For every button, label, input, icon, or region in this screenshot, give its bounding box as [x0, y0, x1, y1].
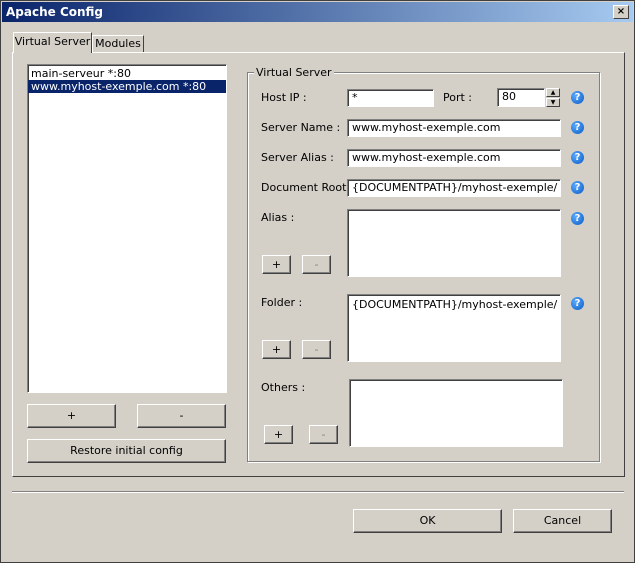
others-textarea[interactable]	[349, 379, 563, 447]
help-icon[interactable]: ?	[571, 151, 584, 164]
folder-add-button[interactable]: +	[262, 340, 291, 359]
cancel-button[interactable]: Cancel	[513, 509, 612, 533]
port-input[interactable]: 80	[497, 88, 545, 107]
others-label: Others :	[261, 381, 306, 394]
host-ip-label: Host IP :	[261, 91, 307, 104]
restore-config-button[interactable]: Restore initial config	[27, 439, 226, 463]
port-label: Port :	[443, 91, 473, 104]
title-bar[interactable]: Apache Config ×	[2, 2, 633, 22]
alias-label: Alias :	[261, 211, 295, 224]
tab-virtual-server[interactable]: Virtual Server	[13, 32, 92, 53]
server-name-label: Server Name :	[261, 121, 341, 134]
tab-modules[interactable]: Modules	[92, 35, 144, 53]
help-icon[interactable]: ?	[571, 181, 584, 194]
footer-separator	[12, 491, 624, 493]
alias-textarea[interactable]	[347, 209, 561, 277]
folder-textarea[interactable]: {DOCUMENTPATH}/myhost-exemple/	[347, 294, 561, 362]
host-ip-input[interactable]: *	[347, 89, 434, 107]
alias-remove-button[interactable]: -	[302, 255, 331, 274]
server-alias-input[interactable]: www.myhost-exemple.com	[347, 149, 561, 167]
others-remove-button[interactable]: -	[309, 425, 338, 444]
server-alias-label: Server Alias :	[261, 151, 334, 164]
alias-add-button[interactable]: +	[262, 255, 291, 274]
remove-server-button[interactable]: -	[137, 404, 226, 428]
port-down-button[interactable]: ▼	[546, 98, 560, 107]
document-root-label: Document Root :	[261, 181, 354, 194]
ok-button[interactable]: OK	[353, 509, 502, 533]
server-name-input[interactable]: www.myhost-exemple.com	[347, 119, 561, 137]
help-icon[interactable]: ?	[571, 297, 584, 310]
document-root-input[interactable]: {DOCUMENTPATH}/myhost-exemple/	[347, 179, 561, 197]
folder-label: Folder :	[261, 296, 303, 309]
group-title: Virtual Server	[254, 66, 334, 79]
others-add-button[interactable]: +	[264, 425, 293, 444]
add-server-button[interactable]: +	[27, 404, 116, 428]
help-icon[interactable]: ?	[571, 212, 584, 225]
port-up-button[interactable]: ▲	[546, 88, 560, 97]
folder-remove-button[interactable]: -	[302, 340, 331, 359]
close-button[interactable]: ×	[613, 5, 629, 19]
help-icon[interactable]: ?	[571, 91, 584, 104]
help-icon[interactable]: ?	[571, 121, 584, 134]
window-title: Apache Config	[6, 5, 104, 19]
list-item[interactable]: main-serveur *:80	[28, 67, 226, 80]
list-item-selected[interactable]: www.myhost-exemple.com *:80	[28, 80, 226, 93]
server-list[interactable]: main-serveur *:80 www.myhost-exemple.com…	[27, 64, 227, 393]
